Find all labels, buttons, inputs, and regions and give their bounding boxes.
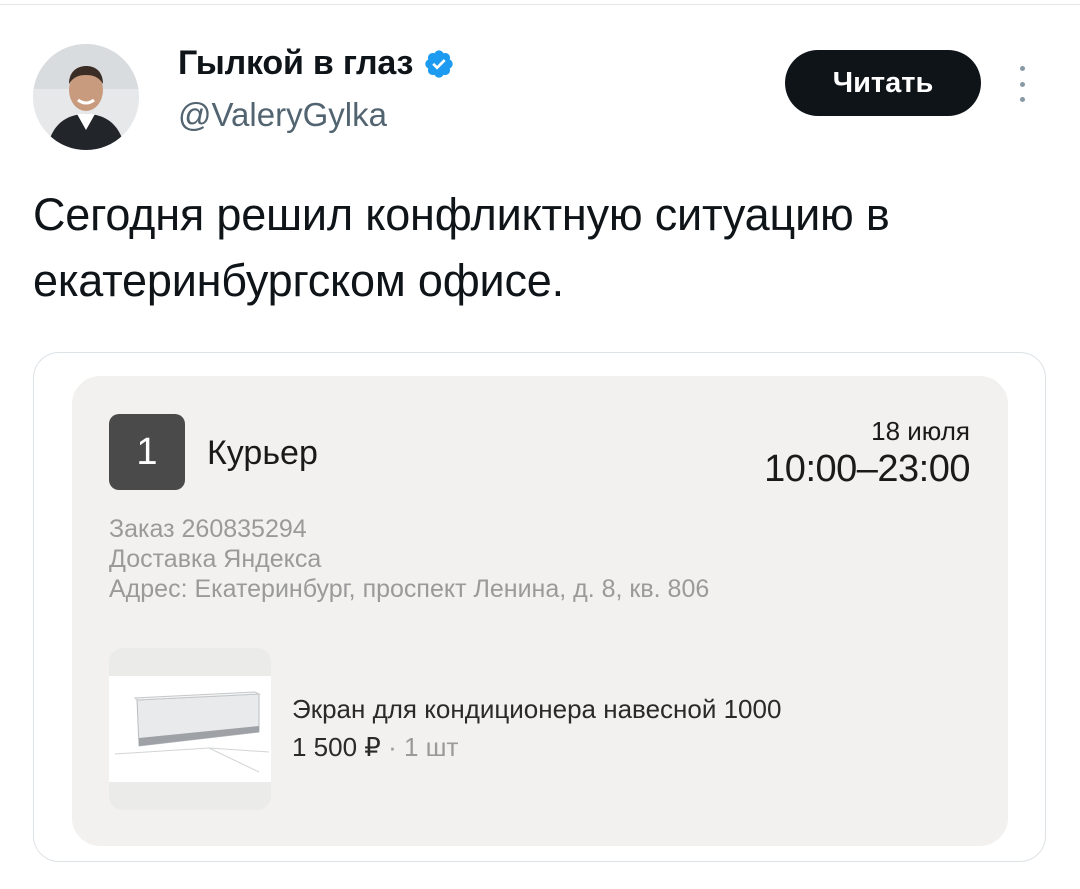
order-card: 1 Курьер 18 июля 10:00–23:00 Заказ 26083…	[72, 376, 1008, 846]
product-price-row: 1 500 ₽ · 1 шт	[292, 732, 458, 763]
avatar[interactable]	[33, 44, 139, 150]
product-price: 1 500 ₽	[292, 732, 381, 762]
delivery-address: Адрес: Екатеринбург, проспект Ленина, д.…	[109, 575, 710, 603]
delivery-date: 18 июля	[871, 416, 970, 446]
order-info: Заказ 260835294 Доставка Яндекса Адрес: …	[109, 514, 709, 604]
product-name: Экран для кондиционера навесной 1000	[292, 694, 782, 724]
verified-badge-icon	[423, 48, 455, 80]
tweet-text: Сегодня решил конфликтную ситуацию в ека…	[33, 189, 890, 306]
delivery-service: Доставка Яндекса	[109, 545, 322, 573]
author-display-name[interactable]: Гылкой в глаз	[178, 44, 413, 83]
follow-button[interactable]: Читать	[785, 50, 981, 116]
product-thumbnail	[109, 648, 271, 810]
top-divider	[0, 4, 1080, 5]
delivery-type-label: Курьер	[207, 434, 318, 472]
step-number-badge: 1	[109, 414, 185, 490]
more-options-icon[interactable]	[1014, 66, 1030, 102]
product-quantity: 1 шт	[403, 732, 459, 762]
air-conditioner-image-icon	[109, 676, 271, 782]
author-name-row: Гылкой в глаз	[178, 44, 455, 83]
price-separator: ·	[388, 732, 397, 762]
delivery-time-window: 10:00–23:00	[764, 448, 970, 490]
avatar-photo-icon	[33, 44, 139, 150]
tweet-media[interactable]: 1 Курьер 18 июля 10:00–23:00 Заказ 26083…	[33, 352, 1046, 862]
order-number: Заказ 260835294	[109, 515, 307, 543]
author-handle[interactable]: @ValeryGylka	[178, 96, 387, 134]
